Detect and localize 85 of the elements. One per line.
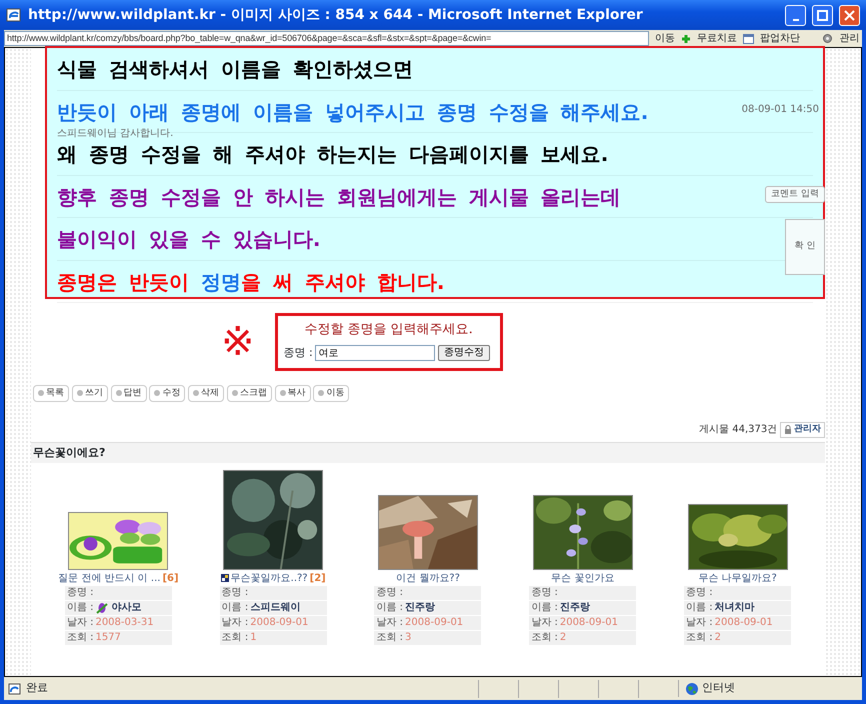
post-date: 2008-09-01 [560, 616, 618, 630]
species-label: 종명 : [374, 586, 482, 600]
field-label: 종명 : [284, 345, 313, 361]
globe-icon [685, 682, 699, 696]
popup-blocker-button[interactable]: 팝업차단 [760, 31, 800, 46]
comment-text: 스피드웨이님 감사합니다. [57, 128, 174, 139]
view-count: 2 [560, 631, 566, 645]
view-count: 2 [714, 631, 722, 645]
minimize-button[interactable] [785, 4, 806, 26]
zone-text: 인터넷 [702, 680, 735, 696]
views-label: 조회 : [222, 631, 248, 645]
author-name[interactable]: 처녀치마 [714, 601, 755, 615]
view-count: 3 [405, 631, 412, 645]
date-label: 날자 : [376, 616, 404, 630]
page-icon [6, 7, 22, 23]
comment-time: 08-09-01 14:50 [742, 103, 819, 117]
action-button[interactable]: 목록 [33, 384, 69, 402]
maximize-button[interactable] [812, 4, 833, 26]
comment-input-button[interactable]: 코멘트 입력 [765, 186, 825, 203]
toolbar-button[interactable]: 무료치료 [696, 31, 737, 46]
address-field[interactable]: http://www.wildplant.kr/comzy/bbs/board.php?bo_table=w_qna&wr_id=506706&page=&sca=&sfl=&stx=&spt=&page=&cwin= [4, 31, 649, 46]
settings-icon [822, 33, 834, 44]
name-label: 이름 : [222, 601, 248, 615]
post-title[interactable]: 무슨 나무일까요? [698, 570, 777, 586]
go-button[interactable]: 이동 [654, 31, 675, 46]
view-count: 1 [250, 631, 257, 645]
author-name[interactable]: 야사모 [111, 601, 142, 615]
species-field[interactable]: 여로 [315, 345, 436, 362]
post-title[interactable]: 무슨 꽃인가요 [551, 570, 614, 586]
post-title[interactable]: 이건 뭘까요?? [396, 570, 460, 586]
species-label: 종명 : [220, 586, 327, 600]
post-date: 2008-09-01 [714, 616, 773, 630]
rename-button[interactable]: 종명수정 [438, 345, 490, 362]
author-name[interactable]: 진주랑 [560, 601, 590, 615]
date-label: 날자 : [222, 616, 248, 630]
views-label: 조회 : [66, 631, 94, 645]
comment-count: [6] [162, 572, 179, 586]
views-label: 조회 : [686, 631, 713, 645]
action-button[interactable]: 스크랩 [226, 384, 272, 402]
reference-mark: ※ [221, 322, 255, 362]
confirm-button[interactable]: 확 인 [785, 219, 825, 275]
post-title[interactable]: 무슨꽃일까요..?? [230, 570, 308, 586]
action-button[interactable]: 쓰기 [72, 384, 108, 402]
views-label: 조회 : [531, 631, 558, 645]
window-title: http://www.wildplant.kr - 이미지 사이즈 : 854 x 644 - Microsoft Internet Explorer [28, 6, 644, 24]
post-title[interactable]: 질문 전에 반드시 이 ... [58, 570, 160, 586]
close-icon[interactable] [844, 10, 855, 20]
date-label: 날자 : [66, 616, 94, 630]
post-date: 2008-09-01 [405, 616, 464, 630]
action-button[interactable]: 삭제 [188, 384, 224, 402]
post-date: 2008-03-31 [95, 616, 154, 630]
status-text: 완료 [26, 680, 49, 696]
date-label: 날자 : [686, 616, 713, 630]
admin-button[interactable]: 관리자 [780, 422, 825, 438]
board-title: 무슨꽃이에요? [31, 442, 825, 463]
name-label: 이름 : [686, 601, 713, 615]
action-button[interactable]: 이동 [313, 384, 350, 402]
date-label: 날자 : [531, 616, 558, 630]
notice-line: 식물 검색하셔서 이름을 확인하셨으면 [57, 48, 813, 90]
species-label: 종명 : [684, 586, 792, 600]
action-button[interactable]: 수정 [149, 384, 186, 402]
author-name[interactable]: 진주랑 [405, 601, 436, 615]
form-title: 수정할 종명을 입력해주세요. [303, 321, 474, 339]
window-icon [742, 34, 754, 44]
maximize-icon[interactable] [817, 10, 828, 20]
post-count: 게시물 44,373건 [699, 423, 778, 438]
views-label: 조회 : [376, 631, 404, 645]
minimize-icon[interactable] [792, 18, 798, 20]
author-name[interactable]: 스피드웨이 [250, 601, 300, 615]
action-button[interactable]: 복사 [274, 384, 310, 402]
action-button[interactable]: 답변 [110, 384, 146, 402]
name-label: 이름 : [376, 601, 404, 615]
name-label: 이름 : [66, 601, 94, 615]
species-label: 종명 : [64, 586, 172, 600]
plus-icon [680, 34, 691, 44]
species-label: 종명 : [529, 586, 636, 600]
page-icon [8, 682, 22, 696]
lock-icon [784, 425, 792, 434]
close-button[interactable] [839, 4, 860, 26]
manage-menu[interactable]: 관리 [839, 31, 860, 46]
name-label: 이름 : [531, 601, 558, 615]
post-date: 2008-09-01 [250, 616, 308, 630]
view-count: 1577 [95, 631, 121, 645]
comment-count: [2] [310, 572, 326, 586]
notice-line: 종명은 반듯이 정명을 써 주셔야 합니다. [57, 260, 813, 303]
